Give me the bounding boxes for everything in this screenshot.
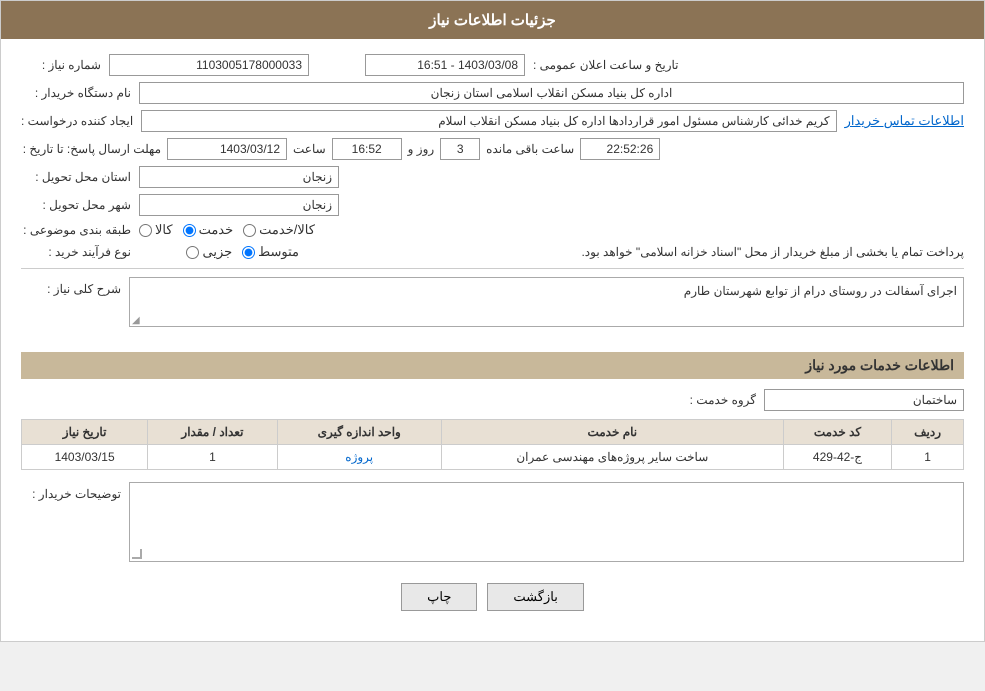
response-remaining-label: ساعت باقی مانده [486,142,574,156]
category-row: کالا/خدمت خدمت کالا طبقه بندی موضوعی : [21,222,964,238]
category-radio-group: کالا/خدمت خدمت کالا [139,222,315,238]
response-time-label: ساعت [293,142,326,156]
need-number-value: 1103005178000033 [109,54,309,76]
service-table-body: 1 ج-42-429 ساخت سایر پروژه‌های مهندسی عم… [22,445,964,470]
col-header-name: نام خدمت [441,420,783,445]
need-desc-box: ◢ اجرای آسفالت در روستای درام از توابع ش… [129,277,964,327]
print-button[interactable]: چاپ [401,583,477,611]
requester-label: ایجاد کننده درخواست : [21,114,133,128]
buyer-comments-label: توضیحات خریدار : [21,482,121,501]
need-desc-area: ◢ اجرای آسفالت در روستای درام از توابع ش… [129,277,964,337]
category-option-service-label: خدمت [199,222,234,238]
category-option-goods: کالا [139,222,173,238]
page-header: جزئیات اطلاعات نیاز [1,1,984,39]
response-time: 16:52 [332,138,402,160]
category-label: طبقه بندی موضوعی : [21,223,131,237]
category-radio-goods[interactable] [139,224,152,237]
category-option-service-goods: کالا/خدمت [243,222,315,238]
service-group-label: گروه خدمت : [646,393,756,407]
purchase-type-desc: پرداخت تمام یا بخشی از مبلغ خریدار از مح… [307,245,964,259]
cell-unit: پروژه [277,445,441,470]
response-days: 3 [440,138,480,160]
category-radio-service-goods[interactable] [243,224,256,237]
col-header-date: تاریخ نیاز [22,420,148,445]
need-number-row: تاریخ و ساعت اعلان عمومی : 1403/03/08 - … [21,54,964,76]
city-row: زنجان شهر محل تحویل : [21,194,964,216]
service-table: ردیف کد خدمت نام خدمت واحد اندازه گیری ت… [21,419,964,470]
service-table-head: ردیف کد خدمت نام خدمت واحد اندازه گیری ت… [22,420,964,445]
response-days-label: روز و [408,142,435,156]
city-label: شهر محل تحویل : [21,198,131,212]
resize-icon-1: ◢ [132,315,140,326]
table-row: 1 ج-42-429 ساخت سایر پروژه‌های مهندسی عم… [22,445,964,470]
service-info-title: اطلاعات خدمات مورد نیاز [21,352,964,379]
requester-value: کریم خدائی کارشناس مسئول امور قراردادها … [141,110,836,132]
purchase-type-minor: جزیی [186,244,232,260]
main-content: تاریخ و ساعت اعلان عمومی : 1403/03/08 - … [1,39,984,641]
category-option-service: خدمت [183,222,234,238]
cell-date: 1403/03/15 [22,445,148,470]
purchase-type-radio-minor[interactable] [186,246,199,259]
col-header-unit: واحد اندازه گیری [277,420,441,445]
response-date: 1403/03/12 [167,138,287,160]
cell-row: 1 [892,445,964,470]
purchase-type-medium-label: متوسط [258,244,299,260]
category-radio-service[interactable] [183,224,196,237]
response-remaining: 22:52:26 [580,138,660,160]
purchase-type-radio-medium[interactable] [242,246,255,259]
buyer-org-row: اداره کل بنیاد مسکن انقلاب اسلامی استان … [21,82,964,104]
need-desc-row: ◢ اجرای آسفالت در روستای درام از توابع ش… [21,277,964,337]
page-title: جزئیات اطلاعات نیاز [429,12,556,29]
cell-code: ج-42-429 [783,445,891,470]
col-header-row: ردیف [892,420,964,445]
divider-1 [21,268,964,269]
buyer-org-label: نام دستگاه خریدار : [21,86,131,100]
purchase-type-medium: متوسط [242,244,299,260]
category-option-goods-label: کالا [155,222,173,238]
need-desc-label: شرح کلی نیاز : [21,277,121,296]
need-number-label: شماره نیاز : [21,58,101,72]
province-value: زنجان [139,166,339,188]
purchase-type-row: پرداخت تمام یا بخشی از مبلغ خریدار از مح… [21,244,964,260]
service-group-value: ساختمان [764,389,964,411]
buyer-org-value: اداره کل بنیاد مسکن انقلاب اسلامی استان … [139,82,964,104]
col-header-qty: تعداد / مقدار [148,420,277,445]
service-group-row: ساختمان گروه خدمت : [21,389,964,411]
resize-handle[interactable] [132,549,142,559]
buyer-comments-area [129,482,964,562]
cell-qty: 1 [148,445,277,470]
need-desc-value: اجرای آسفالت در روستای درام از توابع شهر… [684,284,957,298]
announce-date-label: تاریخ و ساعت اعلان عمومی : [533,58,679,72]
col-header-code: کد خدمت [783,420,891,445]
purchase-type-label: نوع فرآیند خرید : [21,245,131,259]
requester-row: اطلاعات تماس خریدار کریم خدائی کارشناس م… [21,110,964,132]
province-row: زنجان استان محل تحویل : [21,166,964,188]
deadline-row: 22:52:26 ساعت باقی مانده 3 روز و 16:52 س… [21,138,964,160]
back-button[interactable]: بازگشت [487,583,583,611]
category-option-service-goods-label: کالا/خدمت [259,222,315,238]
response-deadline-label: مهلت ارسال پاسخ: تا تاریخ : [21,142,161,156]
service-table-header-row: ردیف کد خدمت نام خدمت واحد اندازه گیری ت… [22,420,964,445]
buyer-comments-box [129,482,964,562]
bottom-buttons: بازگشت چاپ [21,568,964,626]
city-value: زنجان [139,194,339,216]
purchase-type-minor-label: جزیی [202,244,232,260]
announce-date-value: 1403/03/08 - 16:51 [365,54,525,76]
purchase-type-radio-group: متوسط جزیی [139,244,299,260]
cell-name: ساخت سایر پروژه‌های مهندسی عمران [441,445,783,470]
province-label: استان محل تحویل : [21,170,131,184]
page-wrapper: جزئیات اطلاعات نیاز تاریخ و ساعت اعلان ع… [0,0,985,642]
requester-link[interactable]: اطلاعات تماس خریدار [845,113,964,129]
buyer-comments-row: توضیحات خریدار : [21,482,964,562]
